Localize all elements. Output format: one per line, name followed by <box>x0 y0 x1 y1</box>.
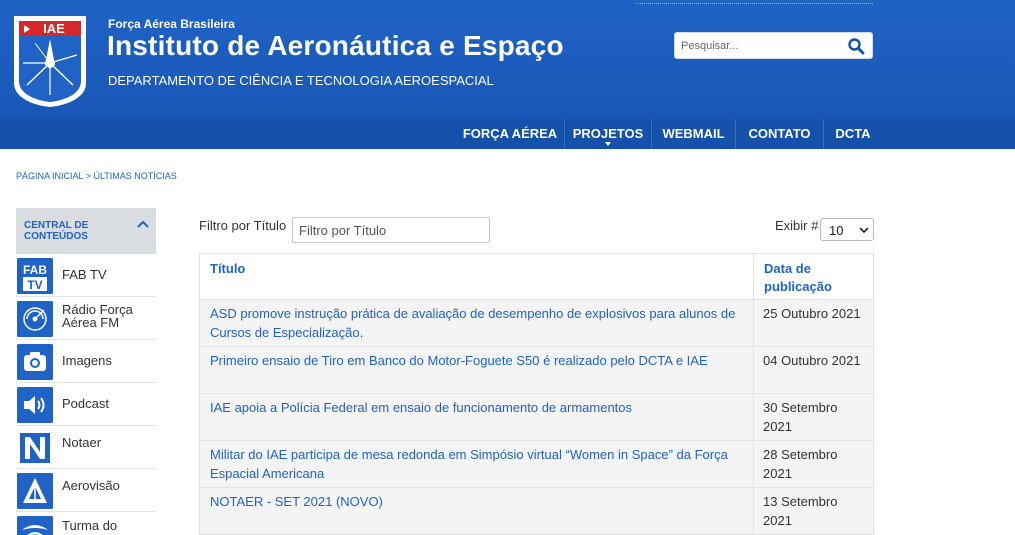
sidebar-item-fab-tv[interactable]: FAB TV FAB TV <box>16 254 156 297</box>
sidebar-item-label: Rádio Força Aérea FM <box>62 302 133 330</box>
news-title-link[interactable]: ASD promove instrução prática de avaliaç… <box>210 304 750 342</box>
show-count-label: Exibir # <box>775 218 819 233</box>
news-title-link[interactable]: Primeiro ensaio de Tiro em Banco do Moto… <box>210 351 750 370</box>
camera-icon <box>17 344 53 380</box>
caret-down-icon <box>605 142 611 146</box>
sidebar-item-notaer[interactable]: Notaer <box>16 426 156 469</box>
sidebar-item-podcast[interactable]: Podcast <box>16 383 156 426</box>
sidebar-item-label: Imagens <box>62 353 112 368</box>
chevron-down-icon <box>859 227 869 234</box>
news-date: 28 Setembro 2021 <box>763 447 838 481</box>
main-nav: FORÇA AÉREA PROJETOS WEBMAIL CONTATO DCT… <box>0 119 1015 149</box>
nav-item-projetos-label: PROJETOS <box>572 126 644 141</box>
site-header: IAE Força Aérea Brasileira Instituto de … <box>0 0 1015 119</box>
table-row: Primeiro ensaio de Tiro em Banco do Moto… <box>200 347 873 394</box>
search-box <box>674 32 873 59</box>
sidebar-item-label: FAB TV <box>62 267 107 282</box>
logo-text: IAE <box>43 21 65 36</box>
search-icon[interactable] <box>847 37 865 55</box>
sidebar-item-label: Notaer <box>62 435 102 450</box>
sidebar-item-imagens[interactable]: Imagens <box>16 340 156 383</box>
sidebar-heading[interactable]: CENTRAL DE CONTEÚDOS <box>16 208 156 254</box>
news-title-link[interactable]: NOTAER - SET 2021 (NOVO) <box>210 492 750 511</box>
department-name: DEPARTAMENTO DE CIÊNCIA E TECNOLOGIA AER… <box>108 73 494 88</box>
sidebar: CENTRAL DE CONTEÚDOS FAB TV FAB TV Rádio… <box>16 208 156 535</box>
column-header-title-label: Título <box>210 261 246 276</box>
turma-icon <box>17 516 53 535</box>
show-count-select[interactable]: 10 <box>820 218 874 241</box>
news-date: 25 Outubro 2021 <box>763 306 861 321</box>
radio-icon <box>17 301 53 337</box>
column-header-date-label: Data de publicação <box>764 261 832 294</box>
news-title-link[interactable]: IAE apoia a Polícia Federal em ensaio de… <box>210 398 750 417</box>
news-date: 13 Setembro 2021 <box>763 494 838 528</box>
column-divider <box>753 347 754 394</box>
sidebar-item-label: Turma do <box>62 518 118 533</box>
show-count-value: 10 <box>829 223 844 238</box>
column-divider <box>753 488 754 535</box>
nav-item-projetos[interactable]: PROJETOS <box>565 119 651 149</box>
sidebar-item-aerovisao[interactable]: Aerovisão <box>16 469 156 512</box>
aerovisao-icon <box>17 473 53 509</box>
news-date: 30 Setembro 2021 <box>763 400 838 434</box>
column-header-title[interactable]: Título <box>200 253 754 300</box>
search-input[interactable] <box>681 37 841 55</box>
svg-text:FAB: FAB <box>23 263 47 277</box>
news-title-link[interactable]: Militar do IAE participa de mesa redonda… <box>210 445 750 483</box>
news-table: Título Data de publicação ASD promove in… <box>199 253 874 535</box>
table-row: NOTAER - SET 2021 (NOVO) 13 Setembro 202… <box>200 488 873 535</box>
chevron-up-icon[interactable] <box>137 219 149 229</box>
sidebar-item-turma[interactable]: Turma do <box>16 512 156 535</box>
sidebar-item-radio[interactable]: Rádio Força Aérea FM <box>16 297 156 340</box>
site-title[interactable]: Instituto de Aeronáutica e Espaço <box>107 30 564 62</box>
column-divider <box>753 394 754 441</box>
header-divider <box>636 3 873 4</box>
column-divider <box>753 300 754 347</box>
fab-tv-icon: FAB TV <box>17 258 53 294</box>
nav-item-webmail[interactable]: WEBMAIL <box>652 119 735 149</box>
speaker-icon <box>17 387 53 423</box>
news-date: 04 Outubro 2021 <box>763 353 861 368</box>
column-header-date[interactable]: Data de publicação <box>753 253 873 300</box>
nav-item-contato[interactable]: CONTATO <box>736 119 823 149</box>
nav-item-dcta[interactable]: DCTA <box>824 119 882 149</box>
title-filter-input[interactable] <box>292 217 490 243</box>
org-name: Força Aérea Brasileira <box>108 17 235 31</box>
page: IAE Força Aérea Brasileira Instituto de … <box>0 0 1015 535</box>
sidebar-item-label: Podcast <box>62 396 109 411</box>
svg-text:TV: TV <box>27 278 42 292</box>
sidebar-heading-label: CENTRAL DE CONTEÚDOS <box>24 220 89 242</box>
table-row: Militar do IAE participa de mesa redonda… <box>200 441 873 488</box>
table-row: IAE apoia a Polícia Federal em ensaio de… <box>200 394 873 441</box>
column-divider <box>753 441 754 488</box>
title-filter-label: Filtro por Título <box>199 218 287 233</box>
nav-item-forca-aerea[interactable]: FORÇA AÉREA <box>457 119 563 149</box>
iae-logo[interactable]: IAE <box>11 13 89 109</box>
notaer-icon <box>17 430 53 466</box>
table-row: ASD promove instrução prática de avaliaç… <box>200 300 873 347</box>
breadcrumb[interactable]: PÁGINA INICIAL > ÚLTIMAS NOTÍCIAS <box>16 171 177 181</box>
sidebar-item-label: Aerovisão <box>62 478 120 493</box>
